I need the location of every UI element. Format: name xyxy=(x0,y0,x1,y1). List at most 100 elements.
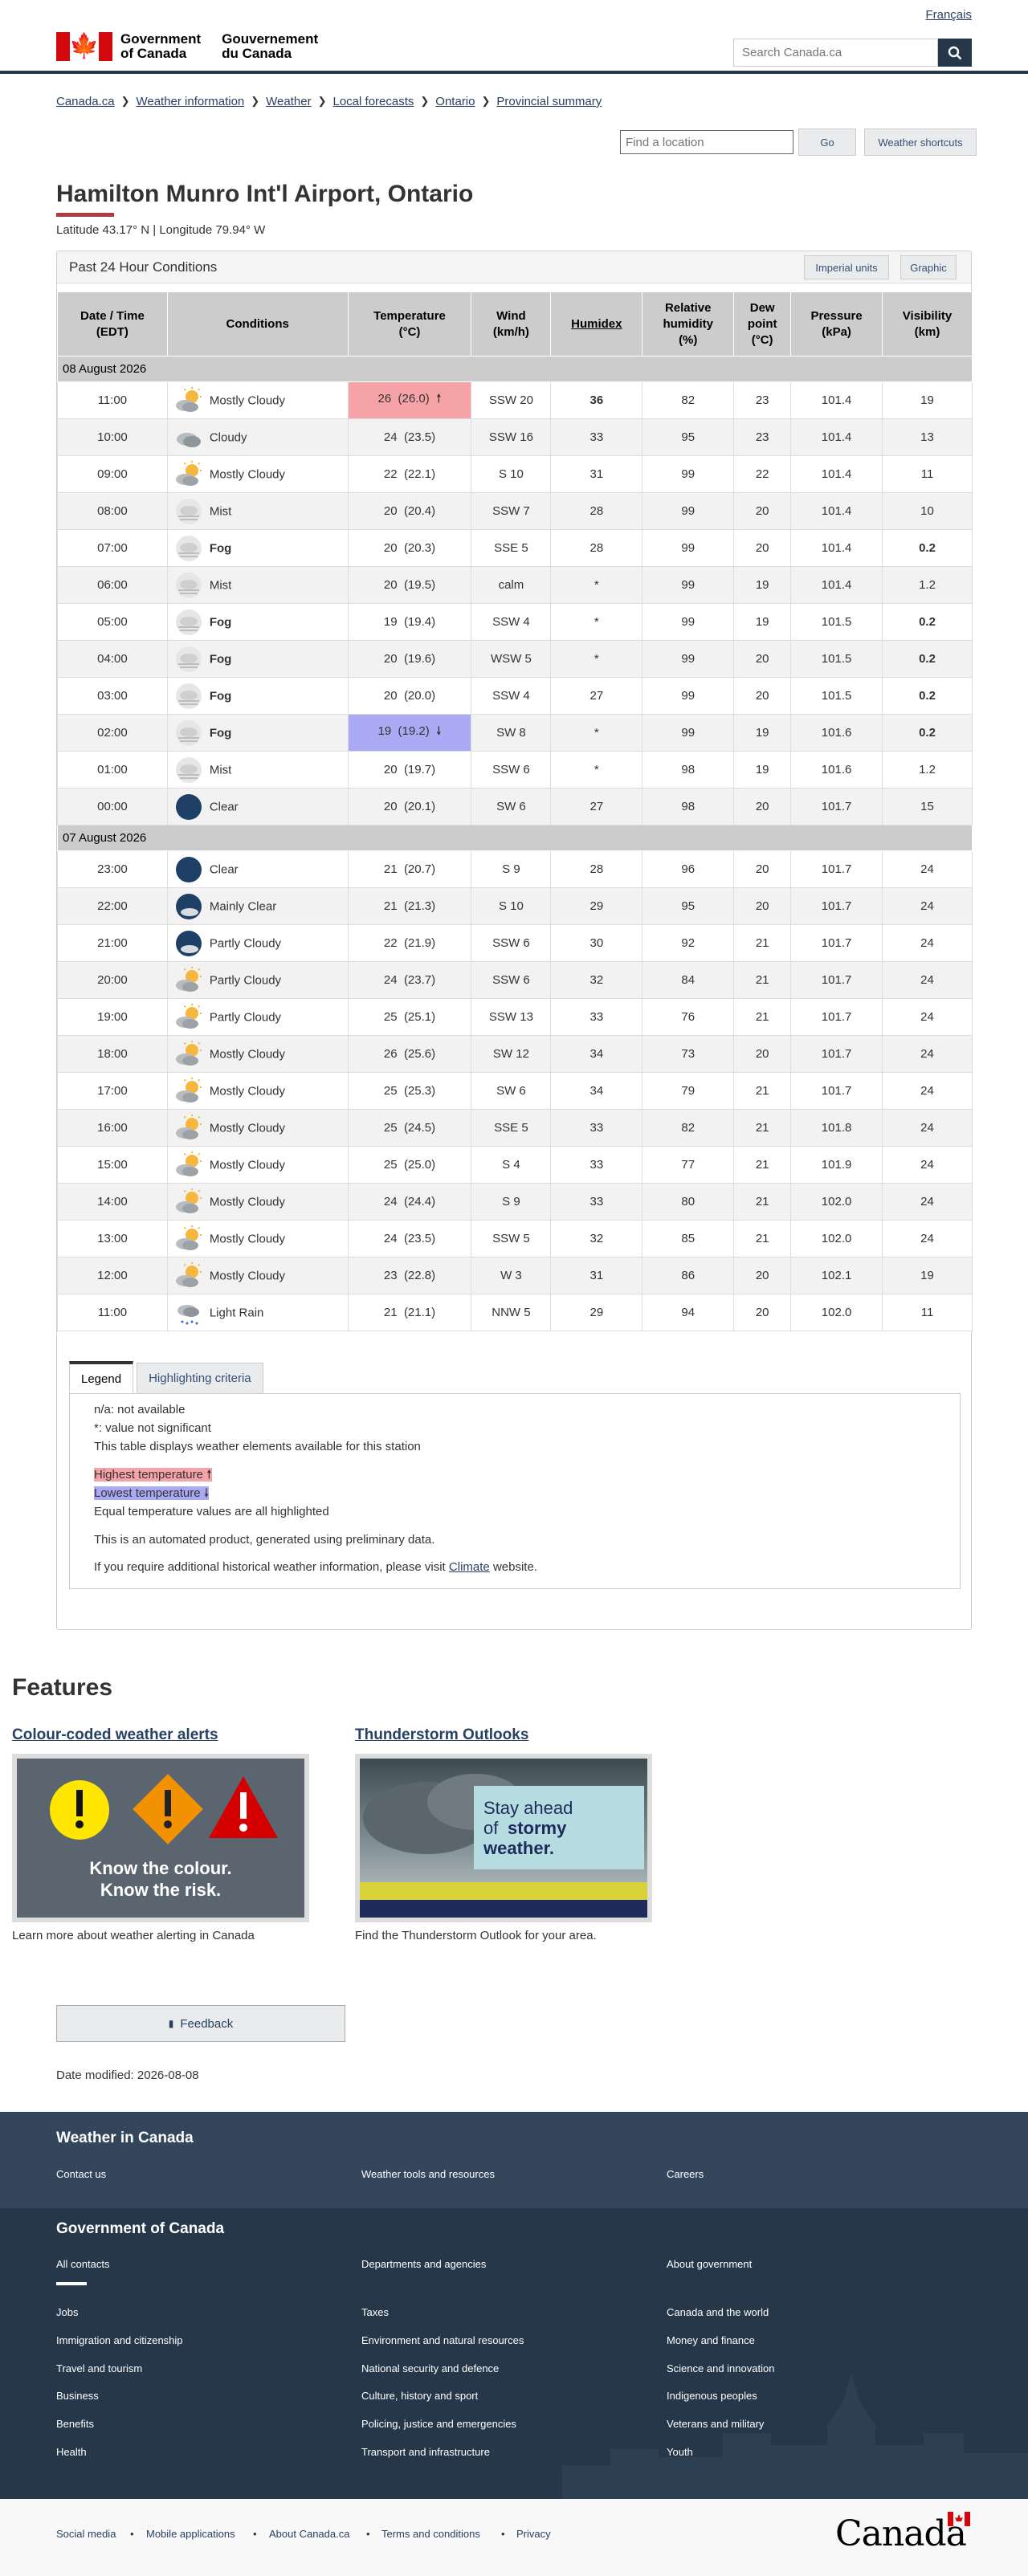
footer-tools-link[interactable]: Weather tools and resources xyxy=(361,2168,495,2180)
visibility-cell: 24 xyxy=(882,1183,973,1221)
footer-about-gov-link[interactable]: About government xyxy=(667,2258,752,2270)
footer-gov-link[interactable]: Culture, history and sport xyxy=(361,2390,478,2402)
footer-gov-link[interactable]: Travel and tourism xyxy=(56,2362,142,2374)
time-cell: 04:00 xyxy=(57,640,168,678)
weather-alerts-caption: Learn more about weather alerting in Can… xyxy=(12,1929,255,1942)
date-label: 07 August 2026 xyxy=(57,825,973,851)
footer-gov-link[interactable]: Canada and the world xyxy=(667,2306,769,2318)
table-row: 11:00 Mostly Cloudy 26 (26.0) 🠕 SSW 20 36 82 2… xyxy=(57,381,973,419)
breadcrumb-link[interactable]: Canada.ca xyxy=(56,95,115,108)
footer-gov-link[interactable]: Benefits xyxy=(56,2418,94,2430)
table-row: 19:00 Partly Cloudy 25 (25.1) SSW 13 33 76 21 1… xyxy=(57,998,973,1036)
table-row: 03:00 Fog 20 (20.0) SSW 4 27 99 20 101.5 0.2 xyxy=(57,677,973,715)
column-header[interactable]: Humidex xyxy=(550,291,643,357)
search-input[interactable] xyxy=(733,39,938,67)
temperature-exact: (20.4) xyxy=(403,504,436,518)
footer-careers-link[interactable]: Careers xyxy=(667,2168,704,2180)
thunderstorm-image[interactable]: Stay ahead of stormy weather. xyxy=(355,1754,652,1922)
breadcrumb-link[interactable]: Provincial summary xyxy=(496,95,602,108)
footer-contact-link[interactable]: Contact us xyxy=(56,2168,106,2180)
wind-cell: SW 6 xyxy=(471,1072,552,1110)
wind-cell: W 3 xyxy=(471,1257,552,1294)
gov-signature[interactable]: 🍁 Government of Canada Gouvernement du C… xyxy=(56,32,318,61)
breadcrumb-link[interactable]: Local forecasts xyxy=(333,95,414,108)
sun-cloud-icon xyxy=(174,1003,203,1032)
footer-gov-link[interactable]: Indigenous peoples xyxy=(667,2390,757,2402)
footer-gov-link[interactable]: Taxes xyxy=(361,2306,389,2318)
footer-all-contacts-link[interactable]: All contacts xyxy=(56,2258,109,2270)
sun-cloud-icon xyxy=(174,460,203,489)
alerts-image-line2: Know the risk. xyxy=(100,1880,221,1900)
tab-highlighting-criteria[interactable]: Highlighting criteria xyxy=(137,1363,263,1393)
temperature-exact: (21.9) xyxy=(403,936,436,950)
visibility-cell: 24 xyxy=(882,1220,973,1257)
weather-alerts-link[interactable]: Colour-coded weather alerts xyxy=(12,1726,218,1743)
footer-gov-link[interactable]: National security and defence xyxy=(361,2362,499,2374)
imperial-units-button[interactable]: Imperial units xyxy=(804,255,889,279)
climate-link[interactable]: Climate xyxy=(449,1560,490,1574)
temperature-value: 26 xyxy=(383,1047,398,1061)
time-cell: 20:00 xyxy=(57,961,168,999)
temperature-cell: 20 (20.0) xyxy=(347,677,472,715)
sun-cloud-icon xyxy=(174,966,203,995)
rain-icon xyxy=(174,1298,203,1327)
footer-bottom-link[interactable]: Mobile applications xyxy=(146,2528,235,2540)
footer-gov-link[interactable]: Jobs xyxy=(56,2306,78,2318)
site-search xyxy=(733,39,972,67)
temperature-value: 22 xyxy=(383,936,398,950)
location-search-input[interactable] xyxy=(620,130,793,154)
dewpoint-cell: 21 xyxy=(733,1072,792,1110)
footer-gov-link[interactable]: Immigration and citizenship xyxy=(56,2334,183,2346)
thunderstorm-outlooks-link[interactable]: Thunderstorm Outlooks xyxy=(355,1726,528,1743)
visibility-cell: 11 xyxy=(882,1294,973,1331)
temperature-exact: (23.5) xyxy=(403,1232,436,1245)
footer-gov-link[interactable]: Money and finance xyxy=(667,2334,755,2346)
temperature-cell: 25 (25.1) xyxy=(347,998,472,1036)
conditions-text: Fog xyxy=(209,652,232,666)
sun-cloud-icon xyxy=(174,1151,203,1180)
breadcrumb-link[interactable]: Weather information xyxy=(136,95,244,108)
time-cell: 22:00 xyxy=(57,887,168,925)
feedback-button[interactable]: ▮ Feedback xyxy=(56,2005,345,2042)
dewpoint-cell: 20 xyxy=(733,492,792,530)
conditions-text: Mostly Cloudy xyxy=(209,467,286,481)
go-button[interactable]: Go xyxy=(798,128,856,156)
footer-gov-link[interactable]: Business xyxy=(56,2390,99,2402)
wind-cell: SSW 6 xyxy=(471,924,552,962)
footer-departments-link[interactable]: Departments and agencies xyxy=(361,2258,486,2270)
search-button[interactable] xyxy=(938,39,972,67)
fog-icon xyxy=(174,756,203,785)
temperature-exact: (24.5) xyxy=(403,1121,436,1135)
humidity-cell: 77 xyxy=(642,1146,735,1184)
footer-bottom-link[interactable]: About Canada.ca xyxy=(269,2528,349,2540)
table-row: 21:00 Partly Cloudy 22 (21.9) SSW 6 30 92 21 10… xyxy=(57,924,973,962)
conditions-cell: Fog xyxy=(166,603,349,641)
footer-gov-link[interactable]: Transport and infrastructure xyxy=(361,2446,490,2458)
breadcrumb-link[interactable]: Weather xyxy=(266,95,311,108)
temperature-exact: (23.7) xyxy=(403,973,436,987)
weather-shortcuts-button[interactable]: Weather shortcuts xyxy=(864,128,977,156)
table-row: 20:00 Partly Cloudy 24 (23.7) SSW 6 32 84 21 10… xyxy=(57,961,973,999)
table-row: 17:00 Mostly Cloudy 25 (25.3) SW 6 34 79 21 101… xyxy=(57,1072,973,1110)
humidex-cell: * xyxy=(550,640,643,678)
graphic-button[interactable]: Graphic xyxy=(900,255,957,279)
wind-cell: SSW 7 xyxy=(471,492,552,530)
footer-gov-link[interactable]: Youth xyxy=(667,2446,693,2458)
footer-gov-link[interactable]: Policing, justice and emergencies xyxy=(361,2418,516,2430)
footer-gov-link[interactable]: Health xyxy=(56,2446,87,2458)
footer-bottom-link[interactable]: Privacy xyxy=(516,2528,551,2540)
footer-bottom-link[interactable]: Social media xyxy=(56,2528,116,2540)
tab-legend[interactable]: Legend xyxy=(69,1361,134,1393)
separator-dot: • xyxy=(366,2528,370,2540)
footer-gov-link[interactable]: Environment and natural resources xyxy=(361,2334,524,2346)
visibility-cell: 24 xyxy=(882,1109,973,1147)
weather-alerts-image[interactable]: Know the colour. Know the risk. xyxy=(12,1754,309,1922)
humidity-cell: 94 xyxy=(642,1294,735,1331)
footer-gov-link[interactable]: Veterans and military xyxy=(667,2418,764,2430)
temperature-exact: (25.1) xyxy=(403,1010,436,1024)
breadcrumb-link[interactable]: Ontario xyxy=(435,95,475,108)
language-toggle-link[interactable]: Français xyxy=(925,8,972,22)
footer-bottom-link[interactable]: Terms and conditions xyxy=(381,2528,480,2540)
footer-gov-link[interactable]: Science and innovation xyxy=(667,2362,774,2374)
dewpoint-cell: 20 xyxy=(733,1035,792,1073)
